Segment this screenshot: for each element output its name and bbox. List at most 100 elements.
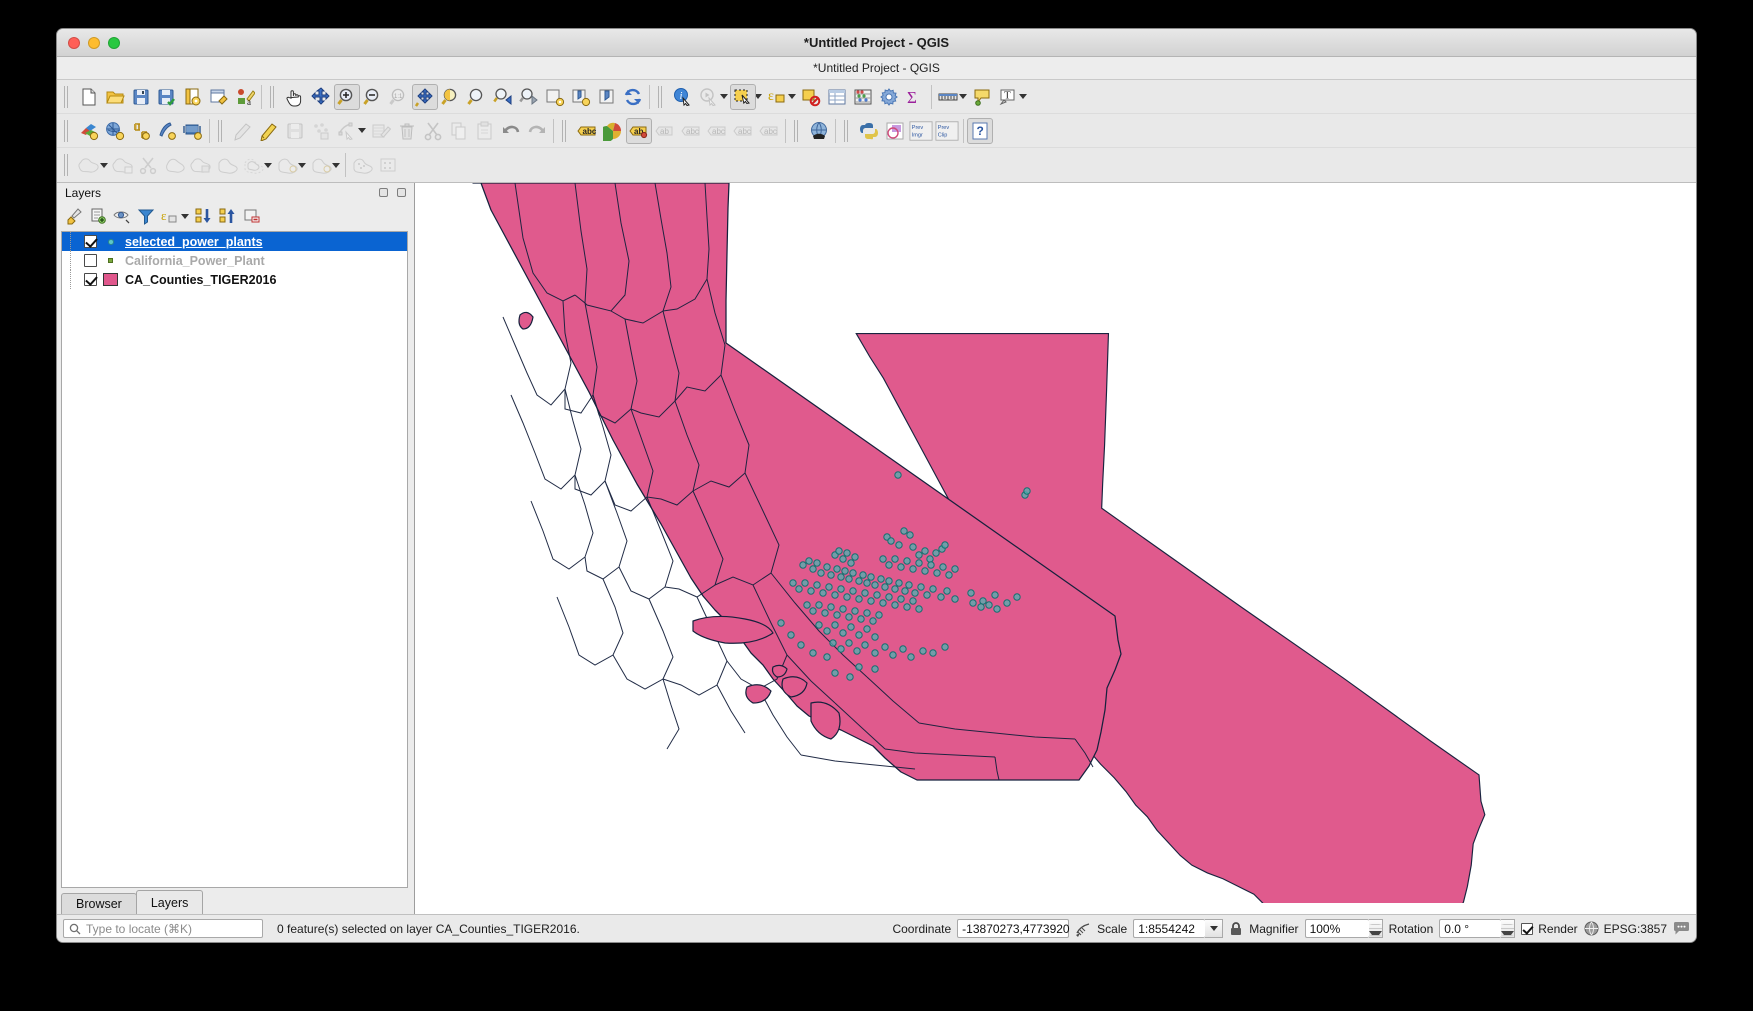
magnifier-stepper[interactable] — [1368, 919, 1383, 938]
run-feature-action-icon[interactable] — [696, 84, 722, 110]
regular-points-icon[interactable] — [375, 152, 401, 178]
zoom-native-icon[interactable]: 1:1 — [386, 84, 412, 110]
georeferencer-icon[interactable] — [882, 118, 908, 144]
layer-diagram-options-icon[interactable] — [600, 118, 626, 144]
map-tips-icon[interactable] — [969, 84, 995, 110]
map-canvas[interactable] — [415, 183, 1696, 914]
python-console-icon[interactable] — [856, 118, 882, 144]
toolbar-grip[interactable] — [217, 119, 226, 142]
difference-icon[interactable] — [110, 152, 136, 178]
lock-icon[interactable] — [1229, 921, 1243, 937]
metasearch-icon[interactable] — [806, 118, 832, 144]
magnifier-spinbox[interactable]: 100% — [1304, 919, 1383, 938]
new-project-icon[interactable] — [76, 84, 102, 110]
toolbar-grip[interactable] — [657, 85, 666, 108]
layers-tree[interactable]: selected_power_plants California_Power_P… — [61, 231, 408, 888]
zoom-to-layer-icon[interactable] — [464, 84, 490, 110]
pan-map-icon[interactable] — [282, 84, 308, 110]
collapse-all-icon[interactable] — [217, 205, 239, 227]
undo-icon[interactable] — [498, 118, 524, 144]
redo-icon[interactable] — [524, 118, 550, 144]
change-label-icon[interactable]: abc — [756, 118, 782, 144]
maximize-window-button[interactable] — [108, 36, 120, 49]
move-label-icon[interactable]: abc — [704, 118, 730, 144]
pin-labels-icon[interactable]: ab — [652, 118, 678, 144]
prev-clip-icon[interactable]: Prev Clip — [934, 118, 960, 144]
close-panel-button[interactable] — [397, 188, 406, 197]
select-by-location-icon[interactable] — [308, 152, 334, 178]
identify-features-icon[interactable]: i — [670, 84, 696, 110]
add-group-icon[interactable] — [87, 205, 109, 227]
open-attribute-table-icon[interactable] — [824, 84, 850, 110]
toolbar-grip[interactable] — [561, 119, 570, 142]
add-delimited-text-layer-icon[interactable] — [180, 118, 206, 144]
panel-header-buttons[interactable] — [379, 188, 406, 197]
render-checkbox[interactable] — [1521, 922, 1534, 935]
messages-button[interactable] — [1673, 921, 1690, 936]
zoom-last-icon[interactable] — [490, 84, 516, 110]
symmetrical-difference-icon[interactable] — [214, 152, 240, 178]
modify-attributes-icon[interactable] — [368, 118, 394, 144]
random-points-icon[interactable] — [349, 152, 375, 178]
current-edits-icon[interactable] — [230, 118, 256, 144]
save-layer-edits-icon[interactable] — [282, 118, 308, 144]
copy-features-icon[interactable] — [446, 118, 472, 144]
rotation-stepper[interactable] — [1501, 919, 1516, 938]
zoom-full-icon[interactable] — [412, 83, 438, 110]
toolbar-grip[interactable] — [63, 119, 72, 142]
cut-features-icon[interactable] — [420, 118, 446, 144]
save-project-icon[interactable] — [128, 84, 154, 110]
buffer-icon[interactable] — [240, 152, 266, 178]
delete-selected-icon[interactable] — [394, 118, 420, 144]
window-controls[interactable] — [57, 36, 120, 49]
layer-item-california-power-plant[interactable]: California_Power_Plant — [62, 251, 407, 270]
crs-status[interactable]: EPSG:3857 — [1584, 921, 1667, 936]
zoom-to-selection-icon[interactable] — [438, 84, 464, 110]
zoom-in-icon[interactable] — [334, 83, 360, 110]
float-panel-button[interactable] — [379, 188, 388, 197]
tab-browser[interactable]: Browser — [61, 893, 137, 914]
layer-visibility-checkbox[interactable] — [84, 254, 97, 267]
magnifier-step-down[interactable] — [1368, 929, 1382, 937]
toolbar-grip[interactable] — [843, 119, 852, 142]
rotation-value-field[interactable]: 0.0 ° — [1439, 919, 1502, 938]
extents-icon[interactable] — [1075, 921, 1091, 937]
layout-manager-icon[interactable] — [206, 84, 232, 110]
rotation-step-down[interactable] — [1501, 929, 1515, 937]
add-vector-layer-icon[interactable] — [102, 118, 128, 144]
highlight-pinned-labels-icon[interactable]: ab — [626, 117, 652, 144]
new-print-layout-icon[interactable] — [180, 84, 206, 110]
add-feature-icon[interactable] — [308, 118, 334, 144]
layer-labeling-options-icon[interactable]: abc — [574, 118, 600, 144]
save-project-as-icon[interactable] — [154, 84, 180, 110]
render-toggle[interactable]: Render — [1521, 922, 1578, 936]
filter-legend-expression-icon[interactable]: ε — [159, 205, 181, 227]
paste-features-icon[interactable] — [472, 118, 498, 144]
coordinate-input[interactable]: -13870273,4773920 — [957, 919, 1070, 938]
rotate-label-icon[interactable]: abc — [730, 118, 756, 144]
style-manager-icon[interactable]: a — [232, 84, 258, 110]
toggle-editing-icon[interactable] — [256, 118, 282, 144]
scale-value-field[interactable]: 1:8554242 — [1133, 919, 1206, 938]
manage-map-themes-icon[interactable] — [111, 205, 133, 227]
map-view-icon[interactable] — [594, 84, 620, 110]
scale-combobox[interactable]: 1:8554242 — [1133, 919, 1224, 938]
add-raster-layer-icon[interactable] — [128, 118, 154, 144]
magnifier-step-up[interactable] — [1368, 920, 1382, 929]
deselect-features-icon[interactable] — [798, 84, 824, 110]
expand-all-icon[interactable] — [193, 205, 215, 227]
open-project-icon[interactable] — [102, 84, 128, 110]
pan-to-selection-icon[interactable] — [308, 84, 334, 110]
new-3d-map-view-icon[interactable] — [568, 84, 594, 110]
convex-hull-icon[interactable] — [274, 152, 300, 178]
filter-legend-icon[interactable] — [135, 205, 157, 227]
layer-item-ca-counties-tiger2016[interactable]: CA_Counties_TIGER2016 — [62, 270, 407, 289]
open-data-source-manager-icon[interactable] — [76, 118, 102, 144]
new-text-annotation-icon[interactable]: T — [995, 84, 1021, 110]
minimize-window-button[interactable] — [88, 36, 100, 49]
processing-toolbox-icon[interactable] — [876, 84, 902, 110]
select-features-icon[interactable] — [730, 83, 756, 110]
show-hide-labels-icon[interactable]: abc — [678, 118, 704, 144]
new-map-view-icon[interactable] — [542, 84, 568, 110]
intersect-icon[interactable] — [188, 152, 214, 178]
